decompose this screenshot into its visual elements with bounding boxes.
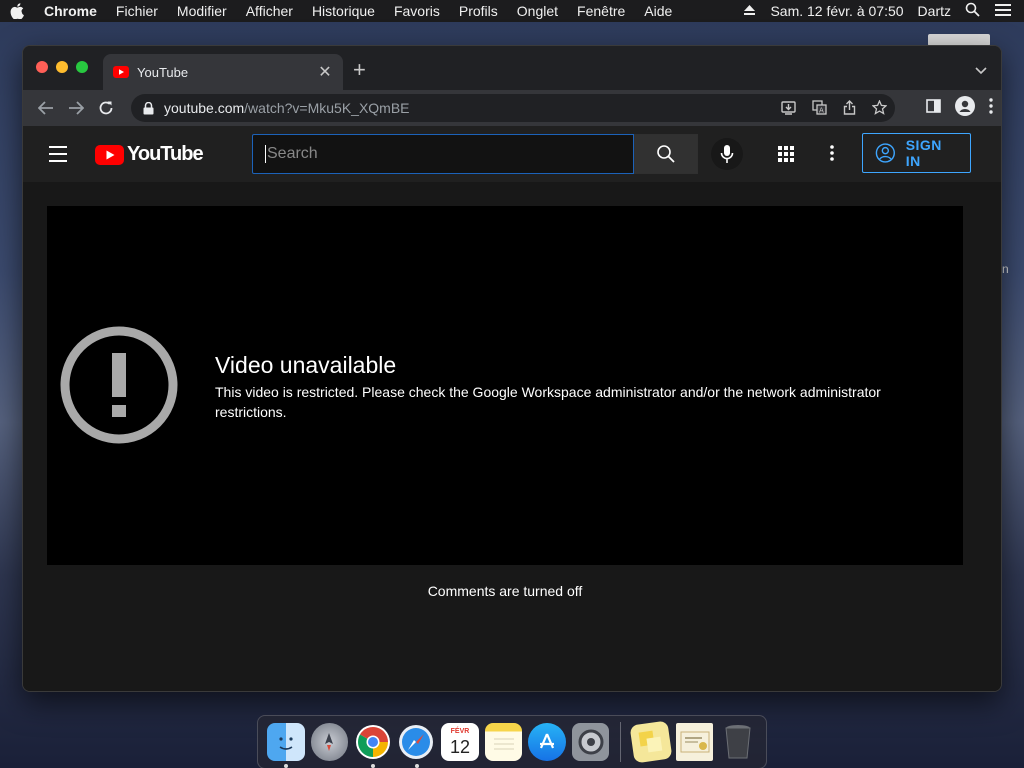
sign-in-label: SIGN IN (905, 137, 942, 169)
search-button[interactable] (634, 134, 698, 174)
youtube-apps-grid-icon[interactable] (777, 145, 795, 168)
menu-fenetre[interactable]: Fenêtre (577, 3, 625, 19)
voice-search-button[interactable] (711, 138, 743, 170)
address-bar[interactable]: youtube.com/watch?v=Mku5K_XQmBE A (131, 94, 895, 122)
close-window-button[interactable] (36, 61, 48, 73)
video-error-message: This video is restricted. Please check t… (215, 384, 881, 420)
youtube-header: YouTube Search SIGN IN (23, 126, 1001, 182)
stickies-icon[interactable] (629, 720, 673, 764)
spotlight-search-icon[interactable] (965, 2, 980, 20)
tab-title: YouTube (137, 64, 189, 80)
translate-icon[interactable]: A (812, 100, 827, 120)
install-app-icon[interactable] (781, 100, 796, 120)
menu-profils[interactable]: Profils (459, 3, 498, 19)
browser-toolbar: youtube.com/watch?v=Mku5K_XQmBE A (23, 90, 1001, 126)
control-center-icon[interactable] (994, 3, 1012, 20)
tab-strip: YouTube ✕ + (23, 46, 1001, 90)
search-icon (657, 145, 675, 163)
calendar-day: 12 (449, 737, 470, 757)
lock-icon[interactable] (143, 101, 154, 115)
sign-in-button[interactable]: SIGN IN (862, 133, 971, 173)
menu-app-chrome[interactable]: Chrome (44, 3, 97, 19)
exclamation-warning-icon (60, 326, 178, 444)
trash-icon[interactable] (719, 723, 757, 761)
launchpad-icon[interactable] (310, 723, 349, 761)
menu-modifier[interactable]: Modifier (177, 3, 227, 19)
share-icon[interactable] (843, 100, 856, 120)
youtube-page: YouTube Search SIGN IN Video unavailable… (23, 126, 1001, 691)
dock-separator (620, 722, 622, 762)
menu-afficher[interactable]: Afficher (246, 3, 293, 19)
profile-avatar-icon[interactable] (955, 96, 975, 121)
tab-search-chevron-icon[interactable] (975, 62, 987, 80)
youtube-wordmark: YouTube (127, 143, 204, 165)
search-placeholder: Search (267, 145, 318, 162)
bookmark-star-icon[interactable] (871, 99, 888, 120)
eject-icon[interactable] (743, 3, 756, 19)
apple-icon[interactable] (10, 3, 26, 19)
calendar-month: FÉVR (450, 728, 470, 735)
app-store-icon[interactable] (528, 723, 566, 761)
menu-onglet[interactable]: Onglet (517, 3, 558, 19)
finder-icon[interactable] (267, 723, 305, 768)
calendar-icon[interactable]: FÉVR 12 (441, 723, 479, 761)
comments-status: Comments are turned off (427, 583, 583, 599)
notes-icon[interactable] (484, 723, 523, 761)
menu-historique[interactable]: Historique (312, 3, 375, 19)
certificate-icon[interactable] (675, 723, 714, 761)
safari-icon[interactable] (398, 723, 436, 768)
tab-youtube[interactable]: YouTube ✕ (103, 54, 343, 90)
guide-menu-icon[interactable] (49, 146, 67, 167)
side-panel-icon[interactable] (926, 99, 941, 118)
window-controls (36, 61, 88, 73)
desktop-partial-label: n (1002, 262, 1009, 276)
back-button[interactable] (31, 94, 61, 122)
close-tab-icon[interactable]: ✕ (317, 62, 333, 82)
menu-fichier[interactable]: Fichier (116, 3, 158, 19)
url-path: /watch?v=Mku5K_XQmBE (244, 100, 410, 116)
url-host: youtube.com (164, 100, 245, 116)
zoom-window-button[interactable] (76, 61, 88, 73)
menubar-clock[interactable]: Sam. 12 févr. à 07:50 (770, 3, 903, 19)
forward-button[interactable] (61, 94, 91, 122)
account-circle-icon (875, 143, 895, 163)
dock: FÉVR 12 (257, 715, 767, 768)
browser-menu-icon[interactable] (989, 98, 993, 119)
youtube-logo[interactable]: YouTube (95, 143, 204, 166)
youtube-favicon-icon (113, 66, 129, 78)
menu-favoris[interactable]: Favoris (394, 3, 440, 19)
chrome-icon[interactable] (354, 723, 392, 768)
svg-text:A: A (819, 107, 824, 115)
search-input[interactable]: Search (252, 134, 634, 174)
video-error-title: Video unavailable (215, 352, 397, 378)
system-preferences-icon[interactable] (571, 723, 610, 761)
browser-window: YouTube ✕ + youtube.com/watch?v=Mku5K_XQ… (22, 45, 1002, 692)
menu-aide[interactable]: Aide (644, 3, 672, 19)
new-tab-button[interactable]: + (353, 59, 366, 81)
menubar-user[interactable]: Dartz (918, 3, 951, 19)
video-player[interactable]: Video unavailable This video is restrict… (47, 206, 963, 565)
youtube-play-logo-icon (95, 144, 124, 165)
microphone-icon (720, 145, 734, 163)
reload-button[interactable] (91, 94, 121, 122)
settings-more-icon[interactable] (830, 144, 834, 167)
minimize-window-button[interactable] (56, 61, 68, 73)
menu-bar: Chrome Fichier Modifier Afficher Histori… (0, 0, 1024, 22)
